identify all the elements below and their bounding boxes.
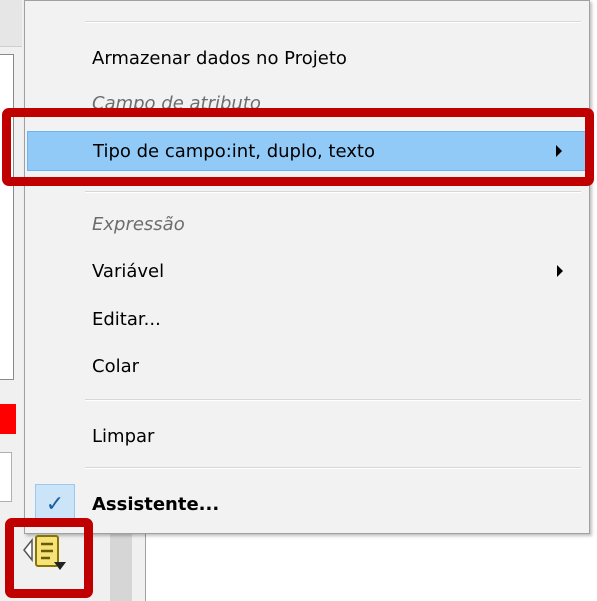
menu-item-edit[interactable]: Editar... [27,299,587,339]
menu-item-label: Assistente... [92,493,220,515]
context-menu: Armazenar dados no Projeto Campo de atri… [24,0,590,534]
background-toolbar [0,0,22,47]
background-input [0,452,12,502]
menu-item-variable[interactable]: Variável [27,251,587,291]
menu-item-label: Colar [92,355,140,377]
data-defined-override-button[interactable] [20,532,80,582]
menu-item-clear[interactable]: Limpar [27,416,587,456]
background-invalid-field [0,404,16,434]
menu-separator [85,191,581,193]
menu-item-field-type[interactable]: Tipo de campo:int, duplo, texto [27,131,587,171]
background-canvas [145,534,597,601]
menu-item-assistant[interactable]: ✓ Assistente... [27,484,587,524]
background-edge [590,0,597,601]
background-panel [0,54,14,380]
menu-item-label: Variável [92,260,165,282]
data-defined-override-icon [23,535,66,570]
menu-item-label: Armazenar dados no Projeto [92,47,347,69]
menu-separator [85,399,581,401]
menu-separator [85,467,581,469]
menu-header-label: Campo de atributo [92,93,261,114]
menu-item-label: Limpar [92,425,155,447]
menu-separator [85,21,581,23]
menu-item-paste[interactable]: Colar [27,346,587,386]
menu-header-attribute-field: Campo de atributo [27,85,587,115]
menu-header-label: Expressão [92,213,185,235]
menu-item-store-data-in-project[interactable]: Armazenar dados no Projeto [27,38,587,78]
chevron-right-icon [557,265,563,277]
menu-item-label: Tipo de campo:int, duplo, texto [93,140,375,162]
chevron-right-icon [556,145,562,157]
menu-item-label: Editar... [92,308,161,330]
checkmark-icon: ✓ [35,484,75,524]
menu-header-expression: Expressão [27,204,587,244]
